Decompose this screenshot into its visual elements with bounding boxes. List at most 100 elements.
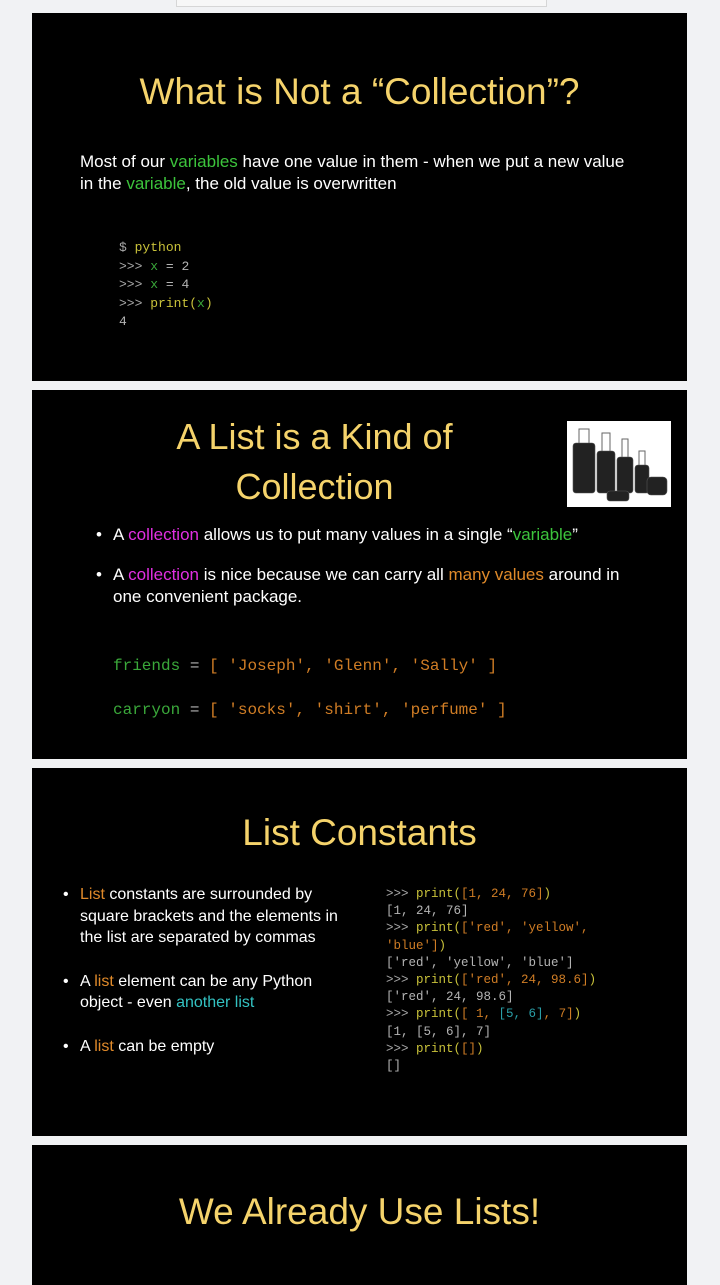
text-run: collection [128, 565, 199, 584]
code-line: >>> print([1, 24, 76]) [386, 886, 596, 903]
text-run: can be empty [113, 1037, 215, 1055]
text-run: 4 [181, 277, 190, 292]
text-run: A [113, 565, 129, 584]
text-run: >>> [386, 921, 417, 936]
code-line: 'blue']) [386, 938, 596, 955]
text-run: = [158, 258, 182, 274]
text-run: 'blue'] [386, 938, 439, 953]
code-block: friends = [ 'Joseph', 'Glenn', 'Sally' ]… [113, 644, 507, 732]
code-line: [1, [5, 6], 7] [386, 1024, 596, 1041]
text-run: [] [461, 1041, 477, 1056]
text-run: [] [386, 1059, 402, 1074]
text-run: ) [543, 887, 552, 901]
code-line: ['red', 24, 98.6] [386, 989, 596, 1006]
text-run: list [94, 972, 114, 990]
text-run: ['red', 'yellow', 'blue'] [386, 955, 574, 970]
text-run: print( [416, 1007, 462, 1022]
code-line: [] [386, 1058, 596, 1075]
code-line: >>> print(['red', 24, 98.6]) [386, 972, 596, 989]
text-run: [1, 24, 76] [461, 887, 544, 901]
code-line: >>> print([ 1, [5, 6], 7]) [386, 1006, 596, 1023]
text-run: List [80, 886, 105, 903]
text-run: ) [204, 295, 213, 311]
text-run: 2 [181, 258, 190, 274]
text-run: x [150, 258, 159, 274]
code-line: 4 [119, 313, 213, 332]
code-line: $ python [119, 239, 213, 258]
text-run: 4 [119, 314, 127, 329]
luggage-image [567, 421, 671, 507]
text-run: A [113, 525, 129, 544]
text-run: ) [476, 1041, 484, 1056]
toolbar-edge [176, 0, 547, 7]
text-run: ['red', 'yellow', [461, 921, 589, 936]
text-run: , the old value is overwritten [185, 174, 397, 193]
text-run: collection [128, 525, 199, 544]
code-line: [1, 24, 76] [386, 903, 596, 920]
text-run: friends [113, 657, 181, 675]
slide-title: A List is a Kind of Collection [176, 416, 453, 507]
text-run: ) [438, 938, 447, 953]
text-run: print( [416, 887, 462, 901]
text-run: >>> [119, 277, 151, 292]
code-block: >>> print([1, 24, 76]) [1, 24, 76] >>> pri… [386, 886, 596, 1075]
slide-2: A List is a Kind of Collection A collect… [32, 390, 687, 759]
text-run: ['red', 24, 98.6] [386, 990, 514, 1005]
text-run: [ 'Joseph', 'Glenn', 'Sally' ] [209, 657, 498, 675]
text-run: list [94, 1037, 114, 1055]
bullet-list: A collection allows us to put many value… [96, 524, 636, 608]
text-run: A [80, 972, 95, 990]
code-block: $ python >>> x = 2 >>> x = 4 >>> print(x) 4 [119, 239, 213, 332]
text-run: [1, [5, 6], 7] [386, 1024, 492, 1039]
text-run: [1, 24, 76] [386, 904, 469, 919]
text-run: variables [169, 152, 238, 171]
text-run: >>> [386, 1041, 417, 1056]
slide-3: List Constants List constants are surrou… [32, 768, 687, 1136]
code-line: >>> print(x) [119, 295, 213, 314]
code-line: >>> x = 4 [119, 276, 213, 295]
text-run: allows us to put many values in a single… [199, 525, 513, 544]
text-run: many values [448, 565, 544, 584]
slide-title: We Already Use Lists! [178, 1191, 541, 1232]
bullet-item: A collection allows us to put many value… [96, 524, 636, 546]
text-run: = [180, 701, 210, 719]
text-run: = [158, 277, 182, 292]
slide-1: What is Not a “Collection”? Most of our … [32, 13, 687, 381]
text-run: print( [416, 921, 462, 936]
text-run: >>> [386, 973, 417, 988]
text-run: = [180, 657, 210, 675]
code-line: >>> x = 2 [119, 258, 213, 277]
text-run: >>> [119, 295, 151, 311]
text-run: [ 'socks', 'shirt', 'perfume' ] [209, 701, 507, 719]
text-run: >>> [119, 258, 151, 274]
text-run: x [197, 295, 205, 311]
text-run: carryon [113, 701, 181, 719]
text-run: [5, 6] [498, 1007, 544, 1022]
text-run: python [134, 240, 182, 255]
text-run: >>> [386, 1007, 417, 1022]
code-line: carryon = [ 'socks', 'shirt', 'perfume' … [113, 688, 507, 732]
text-run: variable [126, 174, 186, 193]
slide-4: We Already Use Lists! [32, 1145, 687, 1285]
text-run: Most of our [80, 152, 170, 171]
text-run: constants are surrounded by square brack… [80, 886, 338, 946]
text-run: ['red', 24, 98.6] [461, 973, 589, 988]
text-run: >>> [386, 887, 417, 901]
slide-text: Most of our variables have one value in … [80, 151, 640, 195]
bullet-item: A list can be empty [63, 1036, 348, 1058]
slide-title: What is Not a “Collection”? [139, 71, 580, 112]
text-run: ) [588, 973, 597, 988]
text-run: $ [119, 240, 135, 255]
text-run: print( [416, 1041, 462, 1056]
text-run: x [150, 277, 159, 292]
text-run: variable [512, 525, 573, 544]
text-run: [ 1, [461, 1007, 499, 1022]
text-run: is nice because we can carry all [199, 565, 449, 584]
slide-title: List Constants [242, 812, 477, 853]
text-run: another list [176, 994, 255, 1011]
code-line: >>> print(['red', 'yellow', [386, 920, 596, 937]
text-run: ) [573, 1007, 582, 1022]
code-line: ['red', 'yellow', 'blue'] [386, 955, 596, 972]
text-run: , 7] [543, 1007, 574, 1022]
code-line: friends = [ 'Joseph', 'Glenn', 'Sally' ] [113, 644, 507, 688]
